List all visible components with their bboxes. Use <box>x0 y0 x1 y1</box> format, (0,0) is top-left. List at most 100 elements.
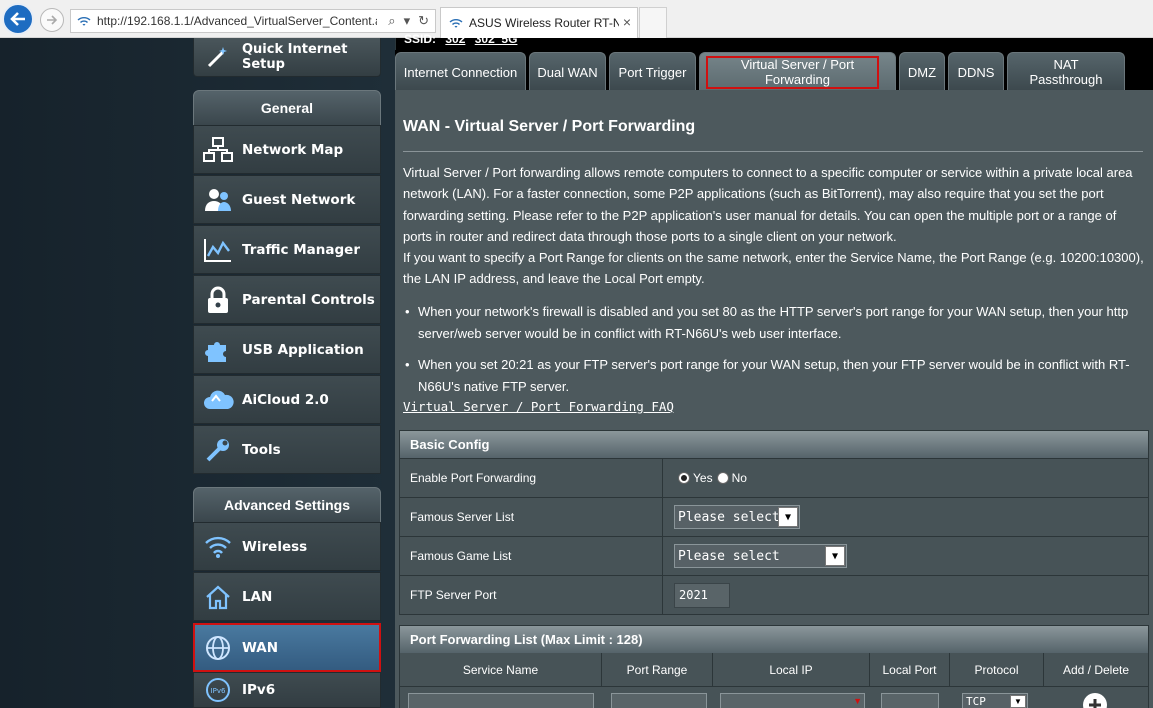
column-protocol: Protocol <box>950 653 1044 686</box>
column-local-ip: Local IP <box>713 653 870 686</box>
sidebar-item-parental-controls[interactable]: Parental Controls <box>193 275 381 324</box>
page-title: WAN - Virtual Server / Port Forwarding <box>403 118 696 135</box>
column-port-range: Port Range <box>602 653 713 686</box>
sidebar-item-label: Guest Network <box>242 191 356 208</box>
tab-dual-wan[interactable]: Dual WAN <box>529 52 606 91</box>
ipv6-icon: IPv6 <box>194 677 242 703</box>
local-ip-input[interactable]: ▼ <box>720 693 865 708</box>
protocol-value: TCP <box>966 695 986 708</box>
sidebar-item-usb-application[interactable]: USB Application <box>193 325 381 374</box>
forward-button[interactable] <box>40 8 64 32</box>
ssid-link-24g[interactable]: 302 <box>445 32 465 46</box>
lock-icon <box>194 286 242 314</box>
port-forwarding-list-heading: Port Forwarding List (Max Limit : 128) <box>399 625 1149 654</box>
service-name-input[interactable] <box>408 693 594 708</box>
tab-dmz[interactable]: DMZ <box>899 52 945 91</box>
close-tab-icon[interactable]: × <box>623 14 631 30</box>
sidebar-item-label: Parental Controls <box>242 291 375 308</box>
list-item: When you set 20:21 as your FTP server's … <box>405 354 1145 397</box>
sidebar-item-tools[interactable]: Tools <box>193 425 381 474</box>
search-icon[interactable]: ⌕ <box>388 13 395 29</box>
ssid-link-5g[interactable]: 302_5G <box>475 32 518 46</box>
ftp-server-port-label: FTP Server Port <box>410 588 497 602</box>
tab-virtual-server-label: Virtual Server / Port Forwarding <box>740 57 855 87</box>
sidebar-item-label: Tools <box>242 441 281 458</box>
enable-port-forwarding-row: Enable Port Forwarding Yes No <box>399 459 1149 498</box>
general-section-heading: General <box>193 90 381 126</box>
ftp-server-port-row: FTP Server Port 2021 <box>399 576 1149 615</box>
port-range-input[interactable] <box>611 693 707 708</box>
basic-config-heading: Basic Config <box>399 430 1149 459</box>
svg-text:IPv6: IPv6 <box>211 687 226 695</box>
port-forwarding-input-row: ▼ TCP ▼ <box>399 687 1149 708</box>
new-tab-button[interactable] <box>639 7 667 38</box>
tab-ddns[interactable]: DDNS <box>948 52 1004 91</box>
warning-list: When your network's firewall is disabled… <box>405 301 1145 407</box>
url-text: http://192.168.1.1/Advanced_VirtualServe… <box>97 14 377 28</box>
famous-game-select[interactable]: Please select ▼ <box>674 544 847 568</box>
enable-port-forwarding-label: Enable Port Forwarding <box>410 471 537 485</box>
description-port-range: If you want to specify a Port Range for … <box>403 250 1144 287</box>
guest-network-icon <box>194 187 242 213</box>
back-button[interactable] <box>2 3 34 35</box>
famous-server-label: Famous Server List <box>410 510 515 524</box>
title-divider <box>403 151 1143 152</box>
list-item: When your network's firewall is disabled… <box>405 301 1145 344</box>
wireless-icon <box>194 535 242 559</box>
traffic-manager-icon <box>194 237 242 263</box>
protocol-select[interactable]: TCP ▼ <box>962 693 1028 708</box>
enable-yes-radio[interactable] <box>678 472 690 484</box>
local-port-input[interactable] <box>881 693 939 708</box>
sidebar-item-label: LAN <box>242 588 273 605</box>
ssid-label: SSID: <box>404 32 437 46</box>
enable-no-radio[interactable] <box>716 472 729 484</box>
famous-server-select[interactable]: Please select ▼ <box>674 505 800 529</box>
tab-favicon-icon <box>449 19 463 28</box>
tab-virtual-server[interactable]: Virtual Server / Port Forwarding <box>699 52 896 91</box>
sidebar-item-wireless[interactable]: Wireless <box>193 522 381 571</box>
sidebar-item-network-map[interactable]: Network Map <box>193 125 381 174</box>
quick-setup-label: Quick Internet Setup <box>242 42 348 72</box>
browser-toolbar: http://192.168.1.1/Advanced_VirtualServe… <box>0 0 1153 38</box>
sidebar-item-aicloud[interactable]: AiCloud 2.0 <box>193 375 381 424</box>
famous-server-row: Famous Server List Please select ▼ <box>399 498 1149 537</box>
ssid-info: SSID: 302 302_5G <box>404 32 517 46</box>
yes-label: Yes <box>693 471 713 485</box>
no-label: No <box>731 471 747 485</box>
plus-icon <box>1089 699 1101 708</box>
sidebar-item-guest-network[interactable]: Guest Network <box>193 175 381 224</box>
tab-nat-passthrough-label: NAT Passthrough <box>1029 57 1103 87</box>
wrench-icon <box>194 436 242 464</box>
cloud-icon <box>194 387 242 413</box>
port-forwarding-columns: Service Name Port Range Local IP Local P… <box>399 653 1149 687</box>
sidebar-item-label: AiCloud 2.0 <box>242 391 329 408</box>
magic-wand-icon <box>194 44 242 70</box>
famous-game-row: Famous Game List Please select ▼ <box>399 537 1149 576</box>
dropdown-arrow-icon[interactable]: ▼ <box>853 696 862 706</box>
sidebar-item-lan[interactable]: LAN <box>193 572 381 621</box>
faq-link[interactable]: Virtual Server / Port Forwarding FAQ <box>403 399 674 414</box>
tab-nat-passthrough[interactable]: NAT Passthrough <box>1007 52 1125 91</box>
sidebar-item-label: USB Application <box>242 341 364 358</box>
refresh-icon[interactable]: ↻ <box>418 13 429 29</box>
famous-server-value: Please select <box>678 509 780 525</box>
quick-internet-setup-button[interactable]: Quick Internet Setup <box>193 38 381 77</box>
wifi-signal-icon <box>77 17 91 26</box>
ftp-server-port-input[interactable]: 2021 <box>674 582 730 608</box>
tab-internet-connection[interactable]: Internet Connection <box>395 52 526 91</box>
famous-game-label: Famous Game List <box>410 549 512 563</box>
add-rule-button[interactable] <box>1083 693 1107 708</box>
address-bar[interactable]: http://192.168.1.1/Advanced_VirtualServe… <box>70 9 436 33</box>
advanced-settings-heading: Advanced Settings <box>193 487 381 523</box>
chevron-down-icon: ▼ <box>825 546 845 566</box>
tab-port-trigger[interactable]: Port Trigger <box>609 52 696 91</box>
puzzle-icon <box>194 336 242 364</box>
dropdown-chevron-icon[interactable]: ▾ <box>404 13 411 29</box>
sidebar-item-ipv6[interactable]: IPv6 IPv6 <box>193 672 381 708</box>
sidebar-item-wan[interactable]: WAN <box>193 623 381 672</box>
sidebar-item-label: Network Map <box>242 141 344 158</box>
sidebar-item-traffic-manager[interactable]: Traffic Manager <box>193 225 381 274</box>
column-service-name: Service Name <box>400 653 602 686</box>
page-description: Virtual Server / Port forwarding allows … <box>403 162 1145 290</box>
sidebar-item-label: IPv6 <box>242 682 276 698</box>
